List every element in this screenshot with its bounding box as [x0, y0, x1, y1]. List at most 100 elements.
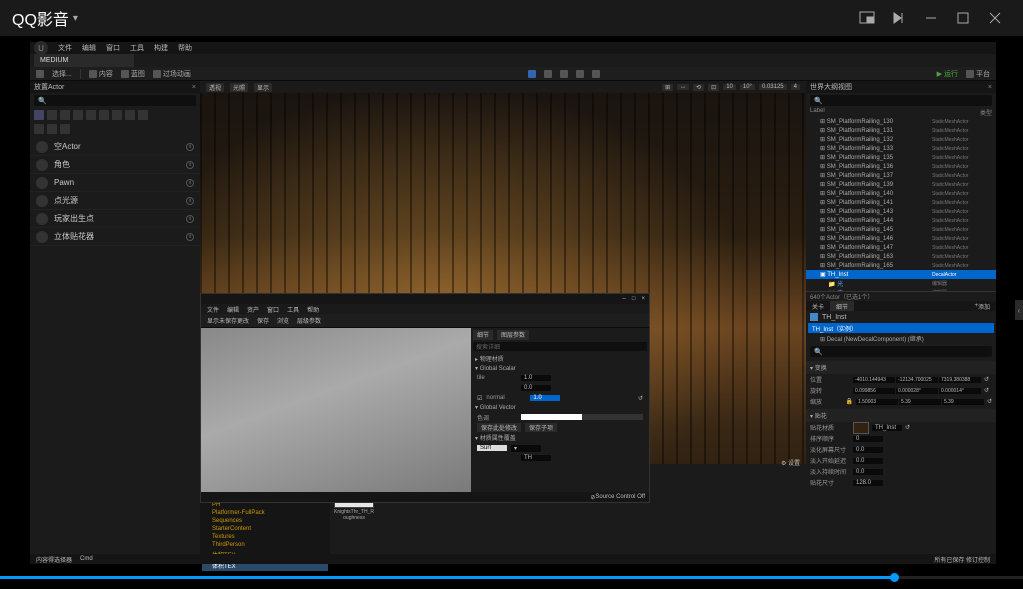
vp-btn[interactable]: ⟲ — [693, 84, 704, 91]
mat-tb-save[interactable]: 保存 — [257, 316, 269, 325]
vp-lit[interactable]: 光照 — [230, 83, 248, 92]
mat-sec[interactable]: ▾ Global Vector — [473, 403, 647, 412]
outliner-row[interactable]: ⊞ SM_PlatformRailing_135StaticMeshActor — [806, 153, 996, 162]
vp-btn[interactable]: ↔ — [677, 84, 689, 90]
menu-build[interactable]: 构建 — [154, 43, 168, 53]
menu-window[interactable]: 窗口 — [106, 43, 120, 53]
minimize-icon[interactable] — [915, 2, 947, 34]
component-child[interactable]: ⊞ Decal (NewDecalComponent) (继承) — [806, 333, 996, 344]
outliner-row[interactable]: ⊞ SM_PlatformRailing_130StaticMeshActor — [806, 117, 996, 126]
outliner-row[interactable]: ⊞ SM_PlatformRailing_132StaticMeshActor — [806, 135, 996, 144]
mat-tb-browse[interactable]: 浏览 — [277, 316, 289, 325]
mat-sec[interactable]: ▸ 物理材质 — [473, 353, 647, 364]
menu-edit[interactable]: 编辑 — [227, 305, 239, 314]
details-add-button[interactable]: + 添加 — [968, 301, 996, 311]
outliner-row[interactable]: ⊞ SM_PlatformRailing_140StaticMeshActor — [806, 189, 996, 198]
outliner-row[interactable]: ⊞ SM_PlatformRailing_139StaticMeshActor — [806, 180, 996, 189]
cat-icon[interactable] — [34, 110, 44, 120]
outliner-row-selected[interactable]: ▣ TH_InstDecalActor — [806, 270, 996, 279]
menu-edit[interactable]: 编辑 — [82, 43, 96, 53]
reset-icon[interactable]: ↺ — [638, 395, 643, 402]
tree-item[interactable]: Textures — [202, 533, 328, 541]
outliner-row[interactable]: ⊞ SM_PlatformRailing_163StaticMeshActor — [806, 252, 996, 261]
reset-icon[interactable]: ↺ — [984, 387, 989, 394]
cat-icon[interactable] — [60, 124, 70, 134]
outliner-row[interactable]: ⊞ SM_PlatformRailing_144StaticMeshActor — [806, 216, 996, 225]
tb-icon1[interactable] — [528, 70, 536, 78]
menu-file[interactable]: 文件 — [58, 43, 72, 53]
cat-icon[interactable] — [99, 110, 109, 120]
cat-icon[interactable] — [112, 110, 122, 120]
outliner-row[interactable]: 📁 光编辑器 — [806, 279, 996, 288]
minimize-icon[interactable]: – — [623, 296, 626, 302]
status-content-drawer[interactable]: 内容得选择器 — [36, 555, 72, 564]
vp-snap[interactable]: 10 — [723, 84, 736, 90]
outliner-row[interactable]: ⊞ SM_PlatformRailing_145StaticMeshActor — [806, 225, 996, 234]
vp-btn[interactable]: ⊞ — [662, 84, 673, 91]
cat-icon[interactable] — [86, 110, 96, 120]
tree-item[interactable]: Sequences — [202, 517, 328, 525]
reset-icon[interactable]: ↺ — [905, 424, 910, 431]
tb-modes[interactable]: 选择... — [52, 69, 72, 79]
actor-item[interactable]: 玩家出生点i — [30, 210, 200, 228]
actor-item[interactable]: Pawni — [30, 174, 200, 192]
tb-icon4[interactable] — [576, 70, 584, 78]
mat-tab-details[interactable]: 细节 — [473, 330, 493, 340]
vp-angle[interactable]: 10° — [740, 84, 755, 90]
tree-item[interactable]: ThirdPerson — [202, 541, 328, 549]
cb-settings[interactable]: ⚙ 设置 — [781, 458, 800, 467]
chevron-down-icon[interactable]: ▾ — [73, 13, 78, 24]
close-icon[interactable]: × — [192, 84, 196, 91]
tb-icon2[interactable] — [544, 70, 552, 78]
forward-icon[interactable] — [883, 2, 915, 34]
mat-tab-layers[interactable]: 图层参数 — [497, 330, 529, 340]
vp-perspective[interactable]: 透视 — [206, 83, 224, 92]
menu-window[interactable]: 窗口 — [267, 305, 279, 314]
cat-icon[interactable] — [47, 110, 57, 120]
menu-help[interactable]: 帮助 — [178, 43, 192, 53]
actor-item[interactable]: 角色i — [30, 156, 200, 174]
vp-btn[interactable]: ⊡ — [708, 84, 719, 91]
outliner-row[interactable]: ⊞ SM_PlatformRailing_147StaticMeshActor — [806, 243, 996, 252]
tb-icon5[interactable] — [592, 70, 600, 78]
level-tab[interactable]: MEDIUM — [34, 54, 134, 67]
cat-icon[interactable] — [138, 110, 148, 120]
place-actor-search[interactable]: 🔍 — [34, 95, 196, 106]
tb-icon3[interactable] — [560, 70, 568, 78]
mat-tb-hierarchy[interactable]: 层级参数 — [297, 316, 321, 325]
mat-sec[interactable]: ▾ 材质属性覆盖 — [473, 432, 647, 443]
vp-show[interactable]: 显示 — [254, 83, 272, 92]
vp-scale[interactable]: 0.03125 — [759, 84, 787, 90]
actor-item[interactable]: 点光源i — [30, 192, 200, 210]
close-icon[interactable]: × — [641, 296, 645, 302]
cat-icon[interactable] — [60, 110, 70, 120]
maximize-icon[interactable] — [947, 2, 979, 34]
mat-tb-unsaved[interactable]: 显示未保存更改 — [207, 316, 249, 325]
tb-play[interactable]: ▶ 运行 — [937, 69, 958, 79]
tb-content[interactable]: 内容 — [89, 69, 113, 79]
component-selected[interactable]: TH_Inst（实例） — [808, 323, 994, 333]
cat-icon[interactable] — [125, 110, 135, 120]
tb-platform[interactable]: 平台 — [966, 69, 990, 79]
outliner-row[interactable]: ⊞ SM_PlatformRailing_131StaticMeshActor — [806, 126, 996, 135]
save-params-button[interactable]: 保存此处修改 — [477, 423, 521, 432]
actor-item[interactable]: 立体贴花器i — [30, 228, 200, 246]
mat-sec[interactable]: ▾ Global Scalar — [473, 364, 647, 373]
menu-tools[interactable]: 工具 — [130, 43, 144, 53]
outliner-row[interactable]: ⊞ SM_PlatformRailing_143StaticMeshActor — [806, 207, 996, 216]
cat-icon[interactable] — [47, 124, 57, 134]
tb-sequence[interactable]: 过场动画 — [153, 69, 191, 79]
actor-item[interactable]: 空Actori — [30, 138, 200, 156]
ue-logo-icon[interactable]: U — [34, 41, 48, 55]
material-preview[interactable] — [201, 328, 471, 502]
video-progress-bar[interactable] — [0, 576, 1023, 579]
reset-icon[interactable]: ↺ — [987, 398, 992, 405]
reset-icon[interactable]: ↺ — [984, 376, 989, 383]
outliner-row[interactable]: ⊞ SM_PlatformRailing_165StaticMeshActor — [806, 261, 996, 270]
outliner-row[interactable]: ⊞ SM_PlatformRailing_141StaticMeshActor — [806, 198, 996, 207]
details-tab-level[interactable]: 关卡 — [806, 301, 830, 311]
lock-icon[interactable]: 🔒 — [845, 398, 852, 405]
tree-item[interactable]: StarterContent — [202, 525, 328, 533]
mat-search[interactable]: 搜索详细 — [473, 342, 647, 351]
close-icon[interactable] — [979, 2, 1011, 34]
